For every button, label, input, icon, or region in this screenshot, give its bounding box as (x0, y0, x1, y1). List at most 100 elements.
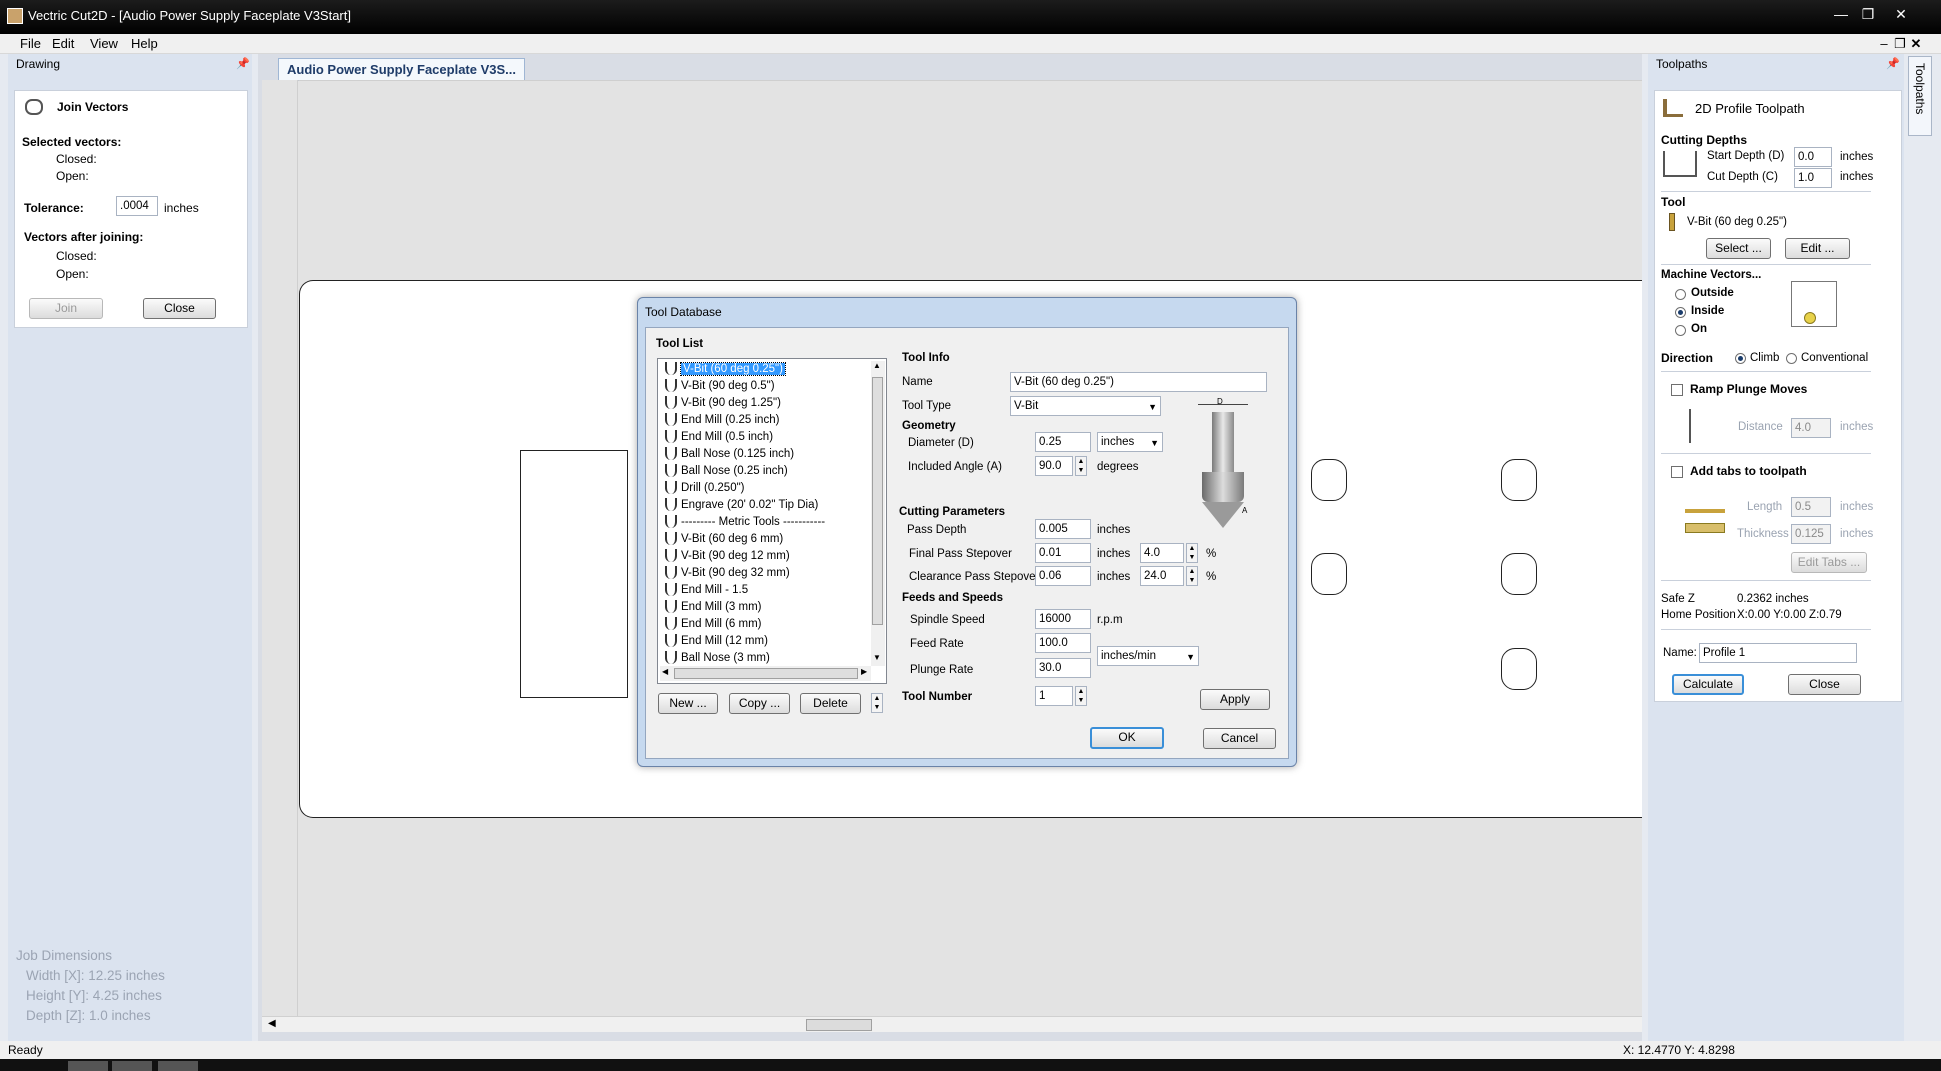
tab-thickness-input[interactable]: 0.125 (1791, 524, 1831, 544)
included-angle-input[interactable]: 90.0 (1035, 456, 1073, 476)
tool-list-item[interactable]: V-Bit (90 deg 32 mm) (665, 565, 790, 581)
diameter-input[interactable]: 0.25 (1035, 432, 1091, 452)
clearance-stepover-input[interactable]: 0.06 (1035, 566, 1091, 586)
menu-edit[interactable]: Edit (52, 36, 74, 51)
tool-number-spinner[interactable]: ▲ ▼ (1075, 686, 1087, 706)
tool-list[interactable]: V-Bit (60 deg 0.25") V-Bit (90 deg 0.5") V… (657, 358, 887, 684)
tool-list-hscroll-thumb[interactable] (674, 668, 858, 679)
menu-file[interactable]: File (20, 36, 41, 51)
tool-list-item[interactable]: End Mill (0.25 inch) (665, 412, 779, 428)
tool-list-item[interactable]: V-Bit (90 deg 12 mm) (665, 548, 790, 564)
on-radio[interactable] (1675, 325, 1686, 336)
tool-list-item[interactable]: --------- Metric Tools ----------- (665, 514, 825, 530)
taskbar-button[interactable] (68, 1061, 108, 1071)
tool-list-item[interactable]: Ball Nose (3 mm) (665, 650, 770, 666)
cancel-button[interactable]: Cancel (1203, 728, 1276, 749)
final-stepover-spinner[interactable]: ▲ ▼ (1186, 543, 1198, 563)
pin-icon[interactable]: 📌 (236, 57, 250, 70)
climb-radio[interactable] (1735, 353, 1746, 364)
slot-vector[interactable] (1501, 648, 1537, 690)
pin-icon[interactable]: 📌 (1886, 57, 1900, 70)
tool-list-item[interactable]: Drill (0.250") (665, 480, 745, 496)
feed-rate-input[interactable]: 100.0 (1035, 633, 1091, 653)
tool-list-item[interactable]: End Mill (3 mm) (665, 599, 762, 615)
slot-vector[interactable] (1311, 459, 1347, 501)
document-tab[interactable]: Audio Power Supply Faceplate V3S... (278, 58, 525, 80)
edit-tabs-button[interactable]: Edit Tabs ... (1791, 552, 1867, 573)
edit-tool-button[interactable]: Edit ... (1785, 238, 1850, 259)
final-stepover-percent-input[interactable]: 4.0 (1140, 543, 1184, 563)
toolpath-name-input[interactable]: Profile 1 (1699, 643, 1857, 663)
slot-vector[interactable] (1311, 553, 1347, 595)
mdi-minimize-icon[interactable]: – (1876, 36, 1892, 51)
ok-button[interactable]: OK (1090, 727, 1164, 749)
cut-depth-input[interactable]: 1.0 (1794, 168, 1832, 188)
distance-input[interactable]: 4.0 (1791, 418, 1831, 438)
calculate-button[interactable]: Calculate (1672, 674, 1744, 695)
tool-type-select[interactable]: V-Bit (1010, 396, 1161, 416)
tool-list-item[interactable]: End Mill (6 mm) (665, 616, 762, 632)
tool-list-item[interactable]: Ball Nose (0.25 inch) (665, 463, 788, 479)
scroll-up-icon[interactable]: ▲ (873, 361, 881, 370)
pass-depth-input[interactable]: 0.005 (1035, 519, 1091, 539)
tool-list-vscrollbar[interactable]: ▲ ▼ (871, 361, 885, 666)
restore-icon[interactable]: ❐ (1855, 6, 1881, 23)
scroll-down-icon[interactable]: ▼ (873, 653, 881, 662)
tool-list-item[interactable]: Engrave (20' 0.02" Tip Dia) (665, 497, 818, 513)
join-close-button[interactable]: Close (143, 298, 216, 319)
final-stepover-input[interactable]: 0.01 (1035, 543, 1091, 563)
scroll-right-icon[interactable]: ▶ (861, 667, 867, 676)
add-tabs-checkbox[interactable] (1671, 466, 1683, 478)
toolpaths-side-tab[interactable]: Toolpaths (1908, 56, 1932, 136)
toolpath-close-button[interactable]: Close (1788, 674, 1861, 695)
tool-list-item[interactable]: V-Bit (60 deg 6 mm) (665, 531, 783, 547)
tool-order-spinner[interactable]: ▲ ▼ (871, 693, 883, 713)
menu-help[interactable]: Help (131, 36, 158, 51)
new-tool-button[interactable]: New ... (658, 693, 718, 714)
tool-list-item[interactable]: End Mill (0.5 inch) (665, 429, 773, 445)
tool-list-item[interactable]: V-Bit (60 deg 0.25") (665, 361, 786, 377)
tool-number-input[interactable]: 1 (1035, 686, 1073, 706)
scroll-left-icon[interactable]: ◀ (662, 667, 668, 676)
diameter-unit-select[interactable]: inches (1097, 432, 1163, 452)
start-depth-input[interactable]: 0.0 (1794, 147, 1832, 167)
clearance-stepover-spinner[interactable]: ▲ ▼ (1186, 566, 1198, 586)
tool-list-item[interactable]: End Mill (12 mm) (665, 633, 768, 649)
scroll-left-icon[interactable]: ◀ (268, 1018, 276, 1029)
angle-spinner[interactable]: ▲ ▼ (1075, 456, 1087, 476)
clearance-stepover-percent-input[interactable]: 24.0 (1140, 566, 1184, 586)
join-button[interactable]: Join (29, 298, 103, 319)
tool-list-scroll-thumb[interactable] (872, 377, 883, 625)
tool-list-item[interactable]: End Mill - 1.5 (665, 582, 748, 598)
outside-radio[interactable] (1675, 289, 1686, 300)
delete-tool-button[interactable]: Delete (800, 693, 861, 714)
tool-list-item[interactable]: V-Bit (90 deg 0.5") (665, 378, 775, 394)
inside-radio[interactable] (1675, 307, 1686, 318)
tool-list-item[interactable]: Ball Nose (0.125 inch) (665, 446, 794, 462)
ramp-checkbox[interactable] (1671, 384, 1683, 396)
tool-name-input[interactable]: V-Bit (60 deg 0.25") (1010, 372, 1267, 392)
mdi-restore-icon[interactable]: ❐ (1892, 36, 1908, 52)
mdi-close-icon[interactable]: ✕ (1908, 36, 1924, 52)
feed-unit-select[interactable]: inches/min (1097, 646, 1199, 666)
horizontal-scrollbar[interactable]: ◀ (262, 1016, 1642, 1032)
menu-view[interactable]: View (90, 36, 118, 51)
copy-tool-button[interactable]: Copy ... (729, 693, 790, 714)
minimize-icon[interactable]: — (1828, 6, 1854, 22)
slot-vector[interactable] (1501, 459, 1537, 501)
tool-list-item[interactable]: V-Bit (90 deg 1.25") (665, 395, 781, 411)
slot-vector[interactable] (1501, 553, 1537, 595)
plunge-rate-input[interactable]: 30.0 (1035, 658, 1091, 678)
apply-button[interactable]: Apply (1200, 689, 1270, 710)
scroll-thumb[interactable] (806, 1019, 872, 1031)
taskbar-button[interactable] (112, 1061, 152, 1071)
conventional-radio[interactable] (1786, 353, 1797, 364)
rectangle-vector[interactable] (520, 450, 628, 698)
taskbar-button[interactable] (158, 1061, 198, 1071)
close-icon[interactable]: ✕ (1888, 6, 1914, 23)
spindle-speed-input[interactable]: 16000 (1035, 609, 1091, 629)
select-tool-button[interactable]: Select ... (1706, 238, 1771, 259)
tool-list-hscrollbar[interactable]: ◀ ▶ (660, 666, 871, 681)
tolerance-input[interactable]: .0004 (116, 196, 158, 216)
tab-length-input[interactable]: 0.5 (1791, 497, 1831, 517)
